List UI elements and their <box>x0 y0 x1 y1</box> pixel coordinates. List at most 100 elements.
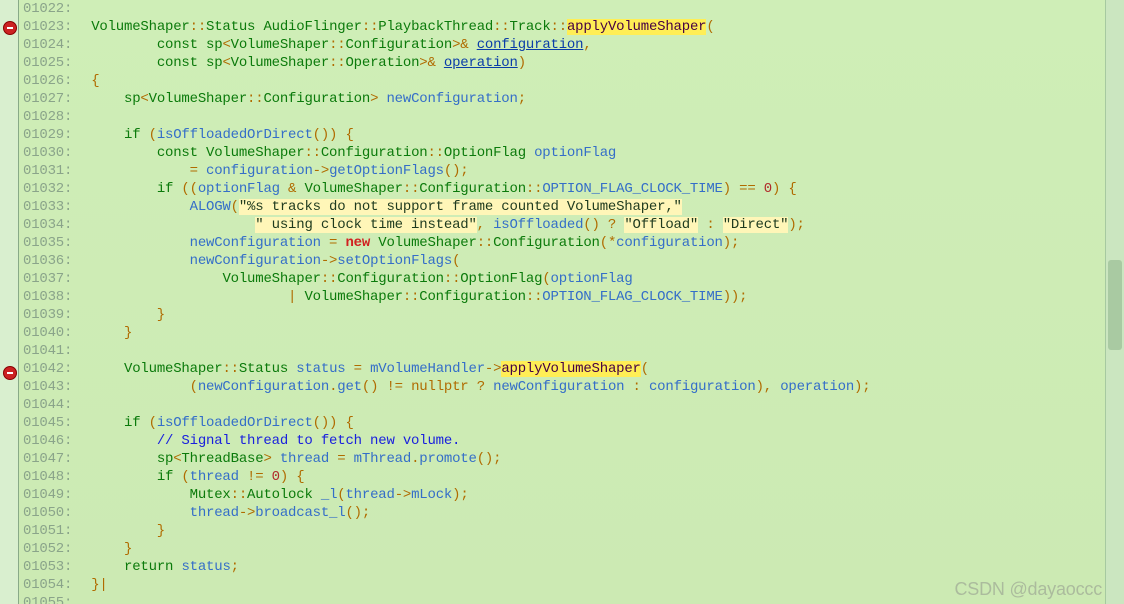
token: VolumeShaper <box>231 55 329 71</box>
token: Track <box>510 19 551 35</box>
token: AudioFlinger <box>263 19 361 35</box>
token: & <box>280 181 305 197</box>
code-line[interactable]: 01049: Mutex::Autolock _l(thread->mLock)… <box>23 486 1120 504</box>
code-line[interactable]: 01030: const VolumeShaper::Configuration… <box>23 144 1120 162</box>
code-line[interactable]: 01025: const sp<VolumeShaper::Operation>… <box>23 54 1120 72</box>
token: OPTION_FLAG_CLOCK_TIME <box>542 289 722 305</box>
code-line[interactable]: 01045: if (isOffloadedOrDirect()) { <box>23 414 1120 432</box>
line-number: 01042: <box>23 360 83 378</box>
line-number: 01022: <box>23 0 83 18</box>
token: , <box>583 37 591 53</box>
token: :: <box>222 361 238 377</box>
code-line[interactable]: 01042: VolumeShaper::Status status = mVo… <box>23 360 1120 378</box>
code-line[interactable]: 01031: = configuration->getOptionFlags()… <box>23 162 1120 180</box>
code-line[interactable]: 01043: (newConfiguration.get() != nullpt… <box>23 378 1120 396</box>
token: ) { <box>280 469 305 485</box>
scrollbar-thumb[interactable] <box>1108 260 1122 350</box>
code-line[interactable]: 01035: newConfiguration = new VolumeShap… <box>23 234 1120 252</box>
code-line[interactable]: 01044: <box>23 396 1120 414</box>
line-number: 01046: <box>23 432 83 450</box>
token: VolumeShaper <box>304 289 402 305</box>
breakpoint-icon[interactable] <box>3 366 17 380</box>
token: (( <box>173 181 198 197</box>
token: Autolock <box>247 487 313 503</box>
token: ALOGW <box>190 199 231 215</box>
gutter-row <box>0 528 18 546</box>
token: sp <box>206 37 222 53</box>
code-line[interactable]: 01037: VolumeShaper::Configuration::Opti… <box>23 270 1120 288</box>
gutter-row <box>0 366 18 384</box>
token <box>83 37 157 53</box>
token: { <box>83 73 99 89</box>
token: :: <box>427 145 443 161</box>
code-line[interactable]: 01032: if ((optionFlag & VolumeShaper::C… <box>23 180 1120 198</box>
token: applyVolumeShaper <box>501 361 640 377</box>
gutter-row <box>0 600 18 604</box>
token: status <box>181 559 230 575</box>
code-line[interactable]: 01053: return status; <box>23 558 1120 576</box>
code-line[interactable]: 01040: } <box>23 324 1120 342</box>
code-line[interactable]: 01047: sp<ThreadBase> thread = mThread.p… <box>23 450 1120 468</box>
code-line[interactable]: 01034: " using clock time instead", isOf… <box>23 216 1120 234</box>
token: : <box>624 379 649 395</box>
token: _l <box>321 487 337 503</box>
token: status <box>296 361 345 377</box>
token: getOptionFlags <box>329 163 444 179</box>
token: & <box>460 37 476 53</box>
token <box>83 253 190 269</box>
line-number: 01038: <box>23 288 83 306</box>
token: ( <box>83 379 198 395</box>
code-line[interactable]: 01051: } <box>23 522 1120 540</box>
code-line[interactable]: 01026: { <box>23 72 1120 90</box>
scrollbar-vertical[interactable] <box>1105 0 1124 604</box>
token: ; <box>518 91 526 107</box>
token: newConfiguration <box>493 379 624 395</box>
code-line[interactable]: 01050: thread->broadcast_l(); <box>23 504 1120 522</box>
token <box>83 451 157 467</box>
token: :: <box>321 271 337 287</box>
token: ); <box>788 217 804 233</box>
token: VolumeShaper <box>378 235 476 251</box>
token: ( <box>140 415 156 431</box>
token: newConfiguration <box>198 379 329 395</box>
token: thread <box>190 469 239 485</box>
code-line[interactable]: 01039: } <box>23 306 1120 324</box>
token: < <box>222 37 230 53</box>
code-line[interactable]: 01024: const sp<VolumeShaper::Configurat… <box>23 36 1120 54</box>
code-line[interactable]: 01041: <box>23 342 1120 360</box>
token <box>83 433 157 449</box>
line-number: 01048: <box>23 468 83 486</box>
token <box>83 181 157 197</box>
token: } <box>83 307 165 323</box>
code-line[interactable]: 01046: // Signal thread to fetch new vol… <box>23 432 1120 450</box>
token: 0 <box>764 181 772 197</box>
token: ( <box>173 469 189 485</box>
code-line[interactable]: 01027: sp<VolumeShaper::Configuration> n… <box>23 90 1120 108</box>
gutter-row <box>0 309 18 327</box>
token <box>83 505 190 521</box>
token: sp <box>157 451 173 467</box>
code-line[interactable]: 01052: } <box>23 540 1120 558</box>
code-line[interactable]: 01028: <box>23 108 1120 126</box>
gutter-row <box>0 201 18 219</box>
breakpoint-icon[interactable] <box>3 21 17 35</box>
token: const <box>157 145 198 161</box>
token: newConfiguration <box>190 235 321 251</box>
code-line[interactable]: 01036: newConfiguration->setOptionFlags( <box>23 252 1120 270</box>
gutter-row <box>0 93 18 111</box>
code-line[interactable]: 01048: if (thread != 0) { <box>23 468 1120 486</box>
code-line[interactable]: 01038: | VolumeShaper::Configuration::OP… <box>23 288 1120 306</box>
code-viewer: 01022: 01023: VolumeShaper::Status Audio… <box>0 0 1124 604</box>
token: :: <box>493 19 509 35</box>
token: } <box>83 523 165 539</box>
token: Status <box>239 361 288 377</box>
token: & <box>427 55 443 71</box>
code-line[interactable]: 01033: ALOGW("%s tracks do not support f… <box>23 198 1120 216</box>
token: "Direct" <box>723 217 789 233</box>
token: VolumeShaper <box>124 361 222 377</box>
code-line[interactable]: 01029: if (isOffloadedOrDirect()) { <box>23 126 1120 144</box>
token: ) { <box>772 181 797 197</box>
code-area[interactable]: 01022: 01023: VolumeShaper::Status Audio… <box>19 0 1124 604</box>
code-line[interactable]: 01022: <box>23 0 1120 18</box>
code-line[interactable]: 01023: VolumeShaper::Status AudioFlinger… <box>23 18 1120 36</box>
